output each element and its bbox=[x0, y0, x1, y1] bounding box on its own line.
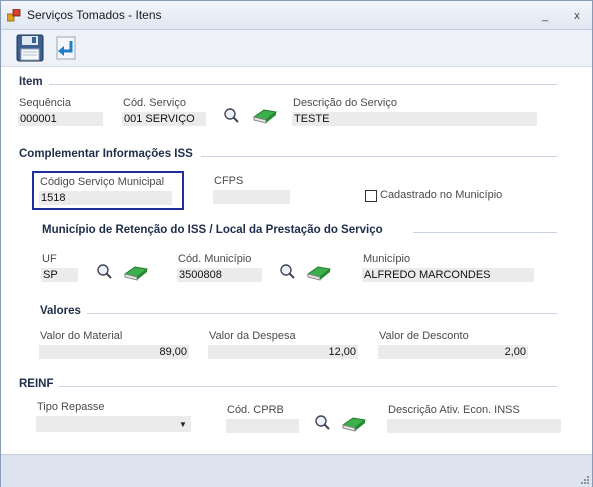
descricao-ativ-field[interactable] bbox=[387, 419, 561, 433]
return-arrow-icon bbox=[56, 36, 76, 60]
cfps-field[interactable] bbox=[213, 190, 290, 204]
section-item-title: Item bbox=[19, 76, 43, 88]
descricao-servico-field[interactable]: TESTE bbox=[292, 112, 537, 126]
cfps-label: CFPS bbox=[214, 175, 244, 187]
search-municipio-button[interactable] bbox=[278, 263, 298, 281]
cod-cprb-label: Cód. CPRB bbox=[227, 404, 284, 416]
valor-despesa-label: Valor da Despesa bbox=[209, 330, 296, 342]
search-cprb-button[interactable] bbox=[313, 414, 333, 432]
window: Serviços Tomados - Itens _ x Item Sequên… bbox=[0, 0, 593, 487]
sequencia-field[interactable]: 000001 bbox=[18, 112, 103, 126]
cod-servico-field[interactable]: 001 SERVIÇO bbox=[122, 112, 206, 126]
form-content: Item Sequência 000001 Cód. Serviço 001 S… bbox=[1, 67, 592, 454]
clear-uf-button[interactable] bbox=[123, 263, 149, 281]
search-uf-button[interactable] bbox=[95, 263, 115, 281]
section-divider bbox=[49, 84, 557, 85]
minimize-button[interactable]: _ bbox=[537, 9, 553, 23]
search-cod-servico-button[interactable] bbox=[222, 107, 242, 125]
section-complementar-title: Complementar Informações ISS bbox=[19, 148, 193, 160]
status-bar bbox=[1, 454, 592, 487]
sequencia-label: Sequência bbox=[19, 97, 71, 109]
valor-material-field[interactable]: 89,00 bbox=[39, 345, 189, 359]
section-reinf-title: REINF bbox=[19, 378, 54, 390]
eraser-icon bbox=[306, 266, 332, 281]
floppy-disk-icon bbox=[16, 34, 44, 62]
codigo-servico-municipal-field[interactable]: 1518 bbox=[39, 191, 172, 205]
resize-grip-icon[interactable] bbox=[579, 474, 589, 484]
descricao-servico-label: Descrição do Serviço bbox=[293, 97, 397, 109]
section-divider bbox=[87, 313, 557, 314]
back-button[interactable] bbox=[51, 33, 83, 63]
magnifier-icon bbox=[315, 415, 330, 430]
section-divider bbox=[59, 386, 557, 387]
codigo-servico-municipal-label: Código Serviço Municipal bbox=[40, 176, 165, 188]
app-icon bbox=[7, 9, 21, 22]
uf-field[interactable]: SP bbox=[41, 268, 78, 282]
section-valores-title: Valores bbox=[40, 305, 81, 317]
magnifier-icon bbox=[280, 264, 295, 279]
section-divider bbox=[201, 156, 557, 157]
section-municipio-title: Município de Retenção do ISS / Local da … bbox=[42, 224, 383, 236]
cod-servico-label: Cód. Serviço bbox=[123, 97, 186, 109]
magnifier-icon bbox=[224, 108, 239, 123]
window-title: Serviços Tomados - Itens bbox=[27, 8, 162, 22]
valor-material-label: Valor do Material bbox=[40, 330, 123, 342]
chevron-down-icon[interactable]: ▼ bbox=[179, 420, 187, 429]
section-divider bbox=[413, 232, 557, 233]
cod-municipio-label: Cód. Município bbox=[178, 253, 252, 265]
cadastrado-municipio-label: Cadastrado no Município bbox=[380, 189, 503, 201]
municipio-field[interactable]: ALFREDO MARCONDES bbox=[362, 268, 534, 282]
cod-cprb-field[interactable] bbox=[226, 419, 299, 433]
save-button[interactable] bbox=[15, 33, 47, 63]
eraser-icon bbox=[341, 417, 367, 432]
cadastrado-checkbox[interactable] bbox=[365, 190, 377, 202]
valor-desconto-field[interactable]: 2,00 bbox=[378, 345, 528, 359]
municipio-label: Município bbox=[363, 253, 411, 265]
tipo-repasse-select[interactable] bbox=[36, 416, 191, 432]
clear-municipio-button[interactable] bbox=[306, 263, 332, 281]
clear-cprb-button[interactable] bbox=[341, 414, 367, 432]
toolbar bbox=[1, 30, 592, 67]
cod-municipio-field[interactable]: 3500808 bbox=[177, 268, 262, 282]
clear-cod-servico-button[interactable] bbox=[252, 106, 278, 124]
tipo-repasse-label: Tipo Repasse bbox=[37, 401, 105, 413]
descricao-ativ-label: Descrição Ativ. Econ. INSS bbox=[388, 404, 520, 416]
magnifier-icon bbox=[97, 264, 112, 279]
uf-label: UF bbox=[42, 253, 57, 265]
valor-despesa-field[interactable]: 12,00 bbox=[208, 345, 358, 359]
eraser-icon bbox=[252, 109, 278, 124]
title-bar: Serviços Tomados - Itens _ x bbox=[1, 1, 592, 30]
eraser-icon bbox=[123, 266, 149, 281]
valor-desconto-label: Valor de Desconto bbox=[379, 330, 469, 342]
close-button[interactable]: x bbox=[569, 9, 585, 23]
